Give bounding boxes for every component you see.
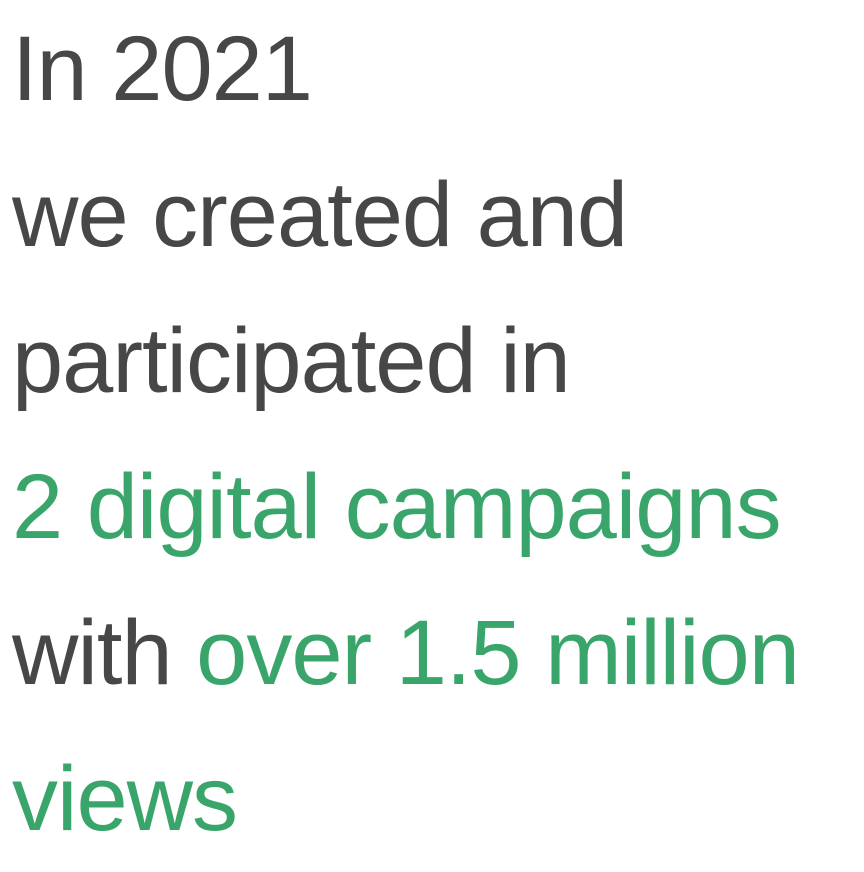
campaign-statement: In 2021 we created and participated in 2… — [12, 0, 800, 872]
statement-line-year: In 2021 — [12, 18, 313, 120]
with-text: with — [12, 602, 197, 704]
statement-line-views: with over 1.5 million — [12, 580, 800, 726]
statement-line-participated: participated in — [12, 310, 571, 412]
views-count-highlight: over 1.5 million — [196, 602, 800, 704]
statement-line-created: we created and — [12, 164, 628, 266]
campaign-count-highlight: 2 digital campaigns — [12, 456, 782, 558]
views-word-highlight: views — [12, 748, 238, 850]
